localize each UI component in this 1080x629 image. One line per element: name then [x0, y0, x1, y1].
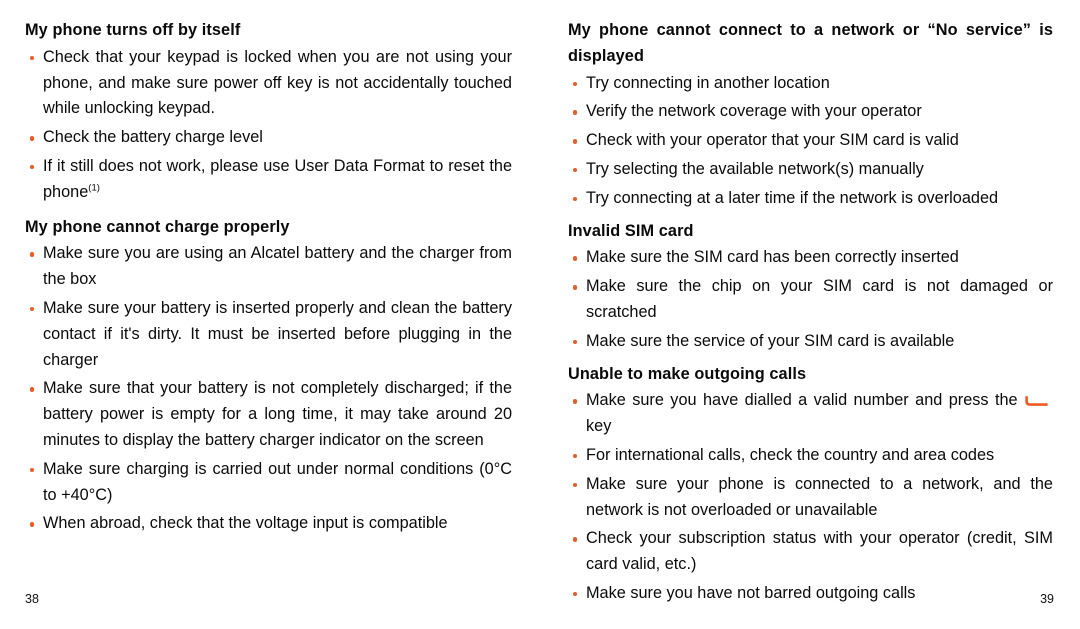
bullet-text: Make sure you are using an Alcatel batte… — [43, 244, 512, 289]
bullet-text: Check that your keypad is locked when yo… — [43, 47, 512, 118]
list-item: If it still does not work, please use Us… — [25, 154, 512, 206]
bullet-text: Check the battery charge level — [43, 128, 263, 147]
list-item: Make sure you have not barred outgoing c… — [568, 581, 1053, 607]
list-item: Make sure that your battery is not compl… — [25, 376, 512, 453]
bullet-list-phone-turns-off: Check that your keypad is locked when yo… — [25, 45, 512, 206]
bullet-text: Make sure that your battery is not compl… — [43, 379, 512, 449]
list-item: For international calls, check the count… — [568, 443, 1053, 469]
bullet-text: Make sure the chip on your SIM card is n… — [586, 277, 1053, 321]
list-item: Make sure the chip on your SIM card is n… — [568, 274, 1053, 326]
bullet-text: Make sure you have not barred outgoing c… — [586, 583, 916, 602]
bullet-text: Make sure the SIM card has been correctl… — [586, 248, 959, 267]
right-page-body: My phone cannot connect to a network or … — [568, 18, 1053, 607]
bullet-text: Try selecting the available network(s) m… — [586, 159, 924, 178]
bullet-list-cannot-connect: Try connecting in another location Verif… — [568, 71, 1053, 212]
bullet-text: Check with your operator that your SIM c… — [586, 131, 959, 150]
bullet-text: For international calls, check the count… — [586, 445, 995, 464]
section-heading-phone-turns-off: My phone turns off by itself — [25, 21, 241, 39]
bullet-text: If it still does not work, please use Us… — [43, 156, 512, 201]
list-item: Check the battery charge level — [25, 125, 512, 151]
section-heading-cannot-charge: My phone cannot charge properly — [25, 217, 290, 236]
bullet-text: Try connecting at a later time if the ne… — [586, 188, 999, 207]
list-item: Try connecting at a later time if the ne… — [568, 186, 1053, 212]
footnote-marker: (1) — [88, 182, 100, 194]
bullet-text: Check your subscription status with your… — [586, 529, 1053, 574]
left-page-body: My phone turns off by itself Check that … — [25, 18, 512, 537]
list-item: Make sure you are using an Alcatel batte… — [25, 241, 512, 293]
section-heading-unable-outgoing-calls: Unable to make outgoing calls — [568, 364, 807, 383]
list-item: Try connecting in another location — [568, 71, 1053, 97]
list-item: Check that your keypad is locked when yo… — [25, 45, 512, 122]
section-heading-invalid-sim: Invalid SIM card — [568, 221, 694, 240]
bullet-text: Make sure the service of your SIM card i… — [586, 331, 955, 350]
list-item: Make sure the service of your SIM card i… — [568, 329, 1053, 355]
bullet-list-cannot-charge: Make sure you are using an Alcatel batte… — [25, 241, 512, 537]
bullet-text: Make sure charging is carried out under … — [43, 459, 512, 504]
right-page: My phone cannot connect to a network or … — [540, 0, 1080, 629]
bullet-text: Verify the network coverage with your op… — [586, 102, 922, 121]
call-send-key-icon — [1024, 390, 1050, 407]
page-number-left: 38 — [25, 592, 39, 606]
bullet-text: Make sure your battery is inserted prope… — [43, 298, 512, 369]
list-item: Check your subscription status with your… — [568, 526, 1053, 578]
bullet-text: When abroad, check that the voltage inpu… — [43, 514, 448, 533]
left-page: My phone turns off by itself Check that … — [0, 0, 540, 629]
section-heading-cannot-connect: My phone cannot connect to a network or … — [568, 21, 1053, 65]
list-item: Make sure your battery is inserted prope… — [25, 296, 512, 373]
bullet-text-after-icon: key — [586, 417, 612, 436]
list-item: Check with your operator that your SIM c… — [568, 128, 1053, 154]
list-item: Make sure charging is carried out under … — [25, 457, 512, 509]
list-item: Try selecting the available network(s) m… — [568, 157, 1053, 183]
page-number-right: 39 — [1040, 592, 1054, 606]
bullet-list-invalid-sim: Make sure the SIM card has been correctl… — [568, 245, 1053, 354]
bullet-text: Make sure you have dialled a valid numbe… — [586, 391, 1018, 410]
list-item: When abroad, check that the voltage inpu… — [25, 511, 512, 537]
list-item: Verify the network coverage with your op… — [568, 99, 1053, 125]
bullet-text: Make sure your phone is connected to a n… — [586, 474, 1053, 519]
list-item: Make sure you have dialled a valid numbe… — [568, 388, 1053, 440]
bullet-list-unable-outgoing-calls: Make sure you have dialled a valid numbe… — [568, 388, 1053, 606]
page-spread: My phone turns off by itself Check that … — [0, 0, 1080, 629]
bullet-text: Try connecting in another location — [586, 73, 830, 92]
list-item: Make sure your phone is connected to a n… — [568, 472, 1053, 524]
list-item: Make sure the SIM card has been correctl… — [568, 245, 1053, 271]
